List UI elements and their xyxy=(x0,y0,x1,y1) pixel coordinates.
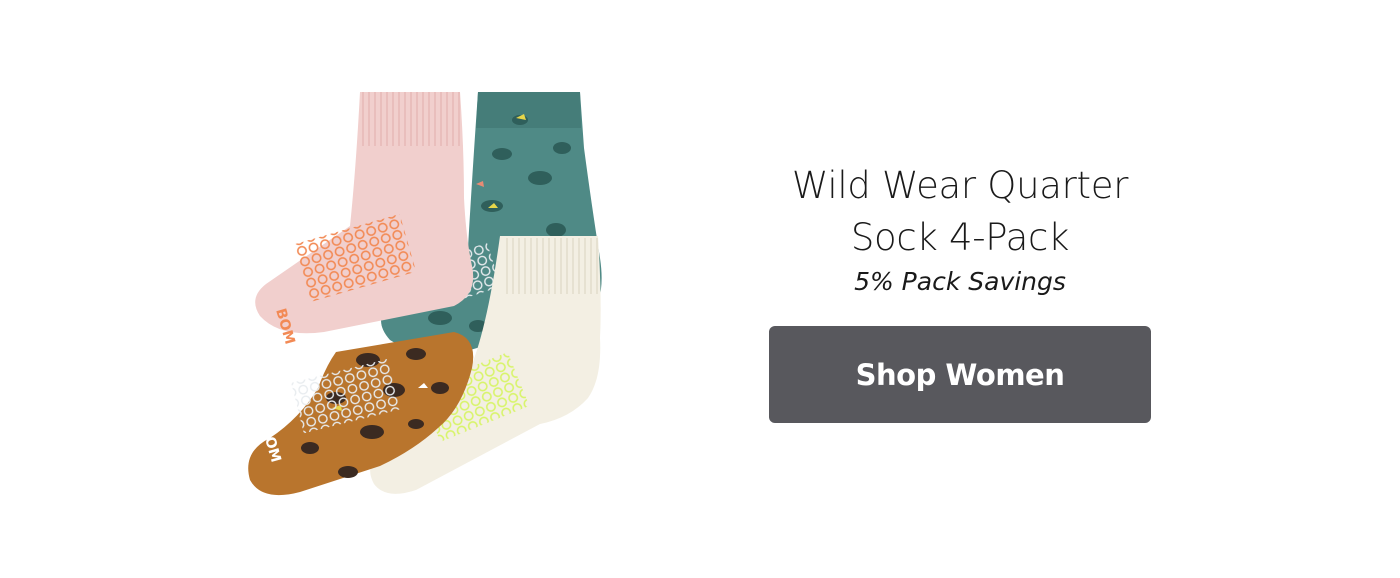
pack-savings-text: 5% Pack Savings xyxy=(854,267,1066,296)
product-image[interactable]: BOM BOM xyxy=(240,88,620,498)
shop-women-button[interactable]: Shop Women xyxy=(769,326,1151,423)
sock-pink: BOM xyxy=(255,92,474,346)
product-banner: BOM BOM Wild Wear Quarter Sock 4-Pack 5%… xyxy=(0,0,1400,578)
product-title-line-1: Wild Wear Quarter xyxy=(791,164,1129,207)
product-copy: Wild Wear Quarter Sock 4-Pack 5% Pack Sa… xyxy=(740,160,1180,298)
product-title-line-2: Sock 4-Pack xyxy=(850,216,1070,259)
product-title: Wild Wear Quarter Sock 4-Pack xyxy=(740,160,1180,264)
socks-illustration: BOM BOM xyxy=(248,92,602,496)
